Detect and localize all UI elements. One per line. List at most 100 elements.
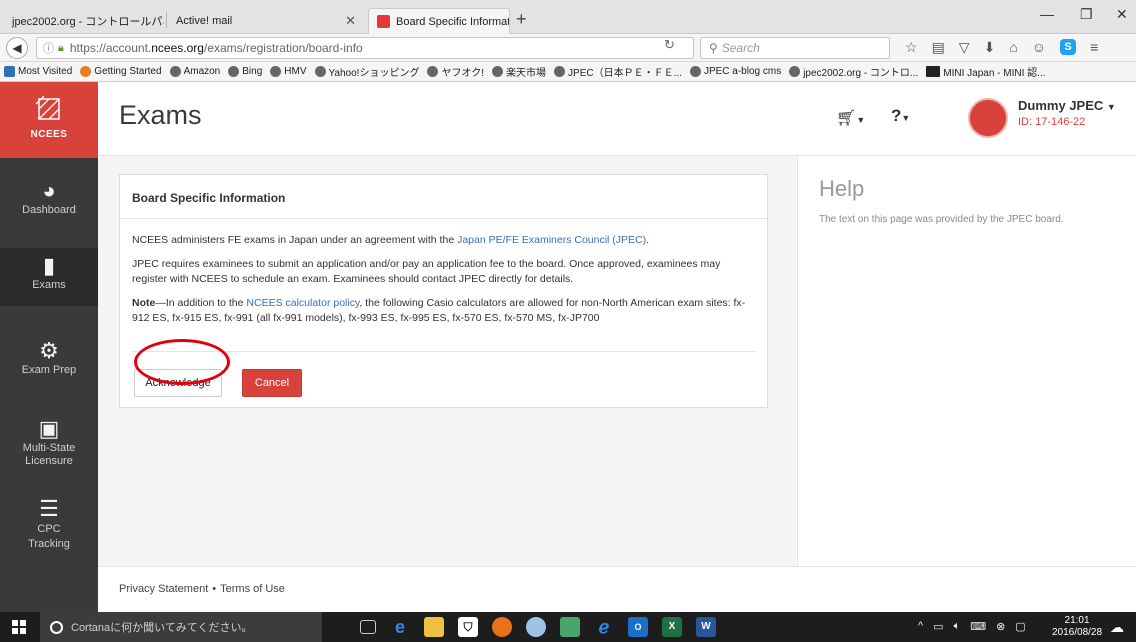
globe-icon [554,66,566,77]
bookmark-item[interactable]: jpec2002.org - コントロ... [789,64,918,79]
cancel-button[interactable]: Cancel [242,369,302,397]
main-content: Board Specific Information NCEES adminis… [98,156,796,566]
bookmark-item[interactable]: Bing [228,66,262,77]
windows-start-icon[interactable] [12,620,26,634]
volume-icon[interactable]: 🔈︎ [954,620,961,633]
browser-tab-active[interactable]: Board Specific Informatio... ✕ [368,8,510,34]
new-tab-icon[interactable]: + [516,10,527,28]
bookmark-item[interactable]: MINI Japan - MINI 認... [926,64,1046,79]
help-text: The text on this page was provided by th… [819,214,1064,225]
notification-icon[interactable]: ☁ [1110,619,1124,636]
acknowledge-button[interactable]: Acknowledge [134,369,222,397]
menu-icon[interactable]: ≡ [1090,39,1098,56]
tab-title: Board Specific Informatio... [396,15,509,28]
outlook-icon[interactable]: O [628,617,648,637]
edge-icon[interactable]: e [390,617,410,637]
bookmark-item[interactable]: 楽天市場 [492,64,546,79]
cortana-search-box[interactable]: Cortanaに何か聞いてみてください。 [40,612,322,642]
bookmark-folder-icon [4,66,15,77]
search-icon: ⚲ [709,41,718,55]
sidebar-item-label: Exam Prep [21,364,77,376]
pocket-icon[interactable]: ▽ [959,39,970,56]
user-menu[interactable]: Dummy JPEC ▼ [1018,98,1116,113]
file-explorer-icon[interactable] [424,617,444,637]
back-arrow-icon[interactable]: ◀ [6,37,28,59]
keyboard-icon[interactable]: ⌨ [970,620,986,633]
lock-icon: 🔒︎ [58,41,64,54]
bookmark-item[interactable]: ヤフオク! [427,64,484,79]
reading-list-icon[interactable]: ▤ [932,39,945,56]
agreement-paragraph: NCEES administers FE exams in Japan unde… [132,234,650,246]
browser-nav-bar: ◀ ⓘ 🔒︎ https://account. ncees.org/exams/r… [0,34,1136,62]
taskbar-apps: e ⛉ ℯ O X W [360,617,716,637]
globe-icon [689,66,701,77]
bookmark-item[interactable]: JPEC a-blog cms [689,66,781,77]
privacy-statement-link[interactable]: Privacy Statement [119,583,208,595]
action-icon[interactable]: ▢ [1015,620,1025,633]
browser-tab[interactable]: Active! mail ✕ [168,8,364,34]
bookmark-star-icon[interactable]: ☆ [905,39,918,56]
bookmark-item[interactable]: Yahoo!ショッピング [314,64,419,79]
bookmarks-bar: Most Visited Getting Started Amazon Bing… [0,62,1136,82]
help-dropdown[interactable]: ?▼ [891,106,910,126]
url-path: /exams/registration/board-info [203,41,363,55]
minimize-icon[interactable]: — [1040,6,1054,22]
page-header: Exams 🛒︎▼ ?▼ Dummy JPEC ▼ ID: 17-146-22 [98,82,1136,156]
settings-icon[interactable] [526,617,546,637]
bookmark-item[interactable]: Most Visited [4,66,72,77]
calculator-policy-link[interactable]: NCEES calculator policy [246,297,359,309]
tab-title: jpec2002.org - コントロールパネル [12,16,164,28]
bookmark-item[interactable]: Amazon [169,66,220,77]
close-icon[interactable]: ✕ [339,13,356,29]
taskbar-clock[interactable]: 21:01 2016/08/28 [1052,615,1102,639]
battery-icon[interactable]: ▭ [933,620,943,633]
network-icon[interactable]: ⊗ [996,620,1005,633]
globe-icon [492,66,504,77]
board-info-panel: Board Specific Information NCEES adminis… [119,174,768,408]
sidebar-item-label: CPC Tracking [28,523,70,550]
jpec-link[interactable]: Japan PE/FE Examiners Council (JPEC) [457,234,646,246]
bookmark-item[interactable]: Getting Started [80,66,162,77]
ncees-logo[interactable]: NCEES [0,82,98,158]
sidebar-item-label: Dashboard [22,204,76,216]
sidebar-item-exams[interactable]: ▮ Exams [0,248,98,306]
bookmark-item[interactable]: HMV [270,66,307,77]
note-label: Note [132,296,156,309]
sidebar-item-multi-state-licensure[interactable]: ▣ Multi-State Licensure [0,416,98,468]
dashboard-icon: ◕ [42,178,56,203]
gears-icon: ⚙ [39,338,59,363]
sidebar-item-exam-prep[interactable]: ⚙ Exam Prep [0,338,98,376]
restore-icon[interactable]: ❐ [1080,6,1093,23]
sidebar-item-cpc-tracking[interactable]: ☰ CPC Tracking [0,496,98,552]
chevron-down-icon: ▼ [856,115,866,125]
url-host: ncees.org [151,41,204,55]
requirements-paragraph: JPEC requires examinees to submit an app… [132,257,721,286]
calculator-app-icon[interactable] [560,617,580,637]
sidebar-item-dashboard[interactable]: ◕ Dashboard [0,178,98,216]
store-icon[interactable]: ⛉ [458,617,478,637]
reload-icon[interactable]: ↻ [664,37,675,53]
internet-explorer-icon[interactable]: ℯ [594,617,614,637]
browser-tab[interactable]: jpec2002.org - コントロールパネル ✕ [4,8,164,34]
excel-icon[interactable]: X [662,617,682,637]
chat-icon[interactable]: ☺ [1032,39,1046,56]
firefox-icon[interactable] [492,617,512,637]
avatar[interactable] [968,98,1008,138]
address-bar[interactable]: ⓘ 🔒︎ https://account. ncees.org/exams/reg… [36,37,694,59]
terms-of-use-link[interactable]: Terms of Use [220,583,285,595]
download-icon[interactable]: ⬇ [984,39,996,56]
word-icon[interactable]: W [696,617,716,637]
bookmark-item[interactable]: JPEC（日本ＰＥ・ＦＥ... [554,64,682,79]
cart-dropdown[interactable]: 🛒︎▼ [836,108,865,128]
browser-search-input[interactable]: ⚲ Search [700,37,890,59]
close-window-icon[interactable]: ✕ [1116,6,1128,23]
chevron-up-icon[interactable]: ^ [918,620,923,633]
clock-time: 21:01 [1064,615,1090,626]
task-view-icon[interactable] [360,620,376,634]
briefcase-icon: ▣ [38,416,60,441]
info-icon[interactable]: ⓘ [43,40,54,56]
home-icon[interactable]: ⌂ [1009,39,1017,56]
user-name: Dummy JPEC [1018,98,1104,113]
skype-icon[interactable]: S [1060,39,1077,55]
sidebar: NCEES ◕ Dashboard ▮ Exams ⚙ Exam Prep ▣ … [0,82,98,612]
